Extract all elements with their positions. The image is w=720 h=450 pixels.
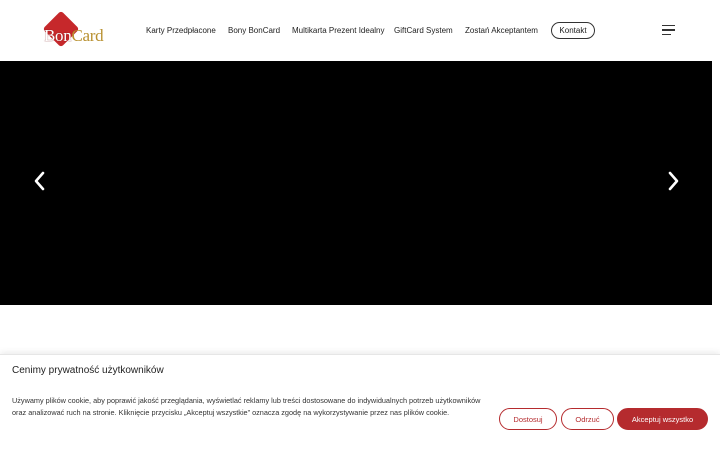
nav-item-zostan-akceptantem[interactable]: Zostań Akceptantem xyxy=(465,26,538,35)
hamburger-menu-icon[interactable] xyxy=(662,25,675,35)
customize-button[interactable]: Dostosuj xyxy=(499,408,557,430)
nav-item-giftcard-system[interactable]: GiftCard System xyxy=(394,26,453,35)
chevron-right-icon[interactable] xyxy=(666,171,680,191)
nav-item-karty-przedplacone[interactable]: Karty Przedpłacone xyxy=(146,26,216,35)
logo-text: BonCard xyxy=(44,26,104,45)
boncard-logo[interactable]: BonCard xyxy=(42,10,114,48)
contact-button[interactable]: Kontakt xyxy=(551,22,595,39)
site-header: BonCard Karty Przedpłacone Bony BonCard … xyxy=(0,0,720,61)
cookie-description: Używamy plików cookie, aby poprawić jako… xyxy=(12,396,481,418)
reject-button[interactable]: Odrzuć xyxy=(561,408,614,430)
cookie-title: Cenimy prywatność użytkowników xyxy=(12,365,164,376)
chevron-left-icon[interactable] xyxy=(33,171,47,191)
accept-all-button[interactable]: Akceptuj wszystko xyxy=(617,408,708,430)
page: BonCard Karty Przedpłacone Bony BonCard … xyxy=(0,0,720,450)
cookie-consent-banner: Cenimy prywatność użytkowników Używamy p… xyxy=(0,354,720,450)
nav-item-multikarta[interactable]: Multikarta Prezent Idealny xyxy=(292,26,385,35)
nav-item-bony-boncard[interactable]: Bony BonCard xyxy=(228,26,280,35)
hero-slider xyxy=(0,61,712,305)
